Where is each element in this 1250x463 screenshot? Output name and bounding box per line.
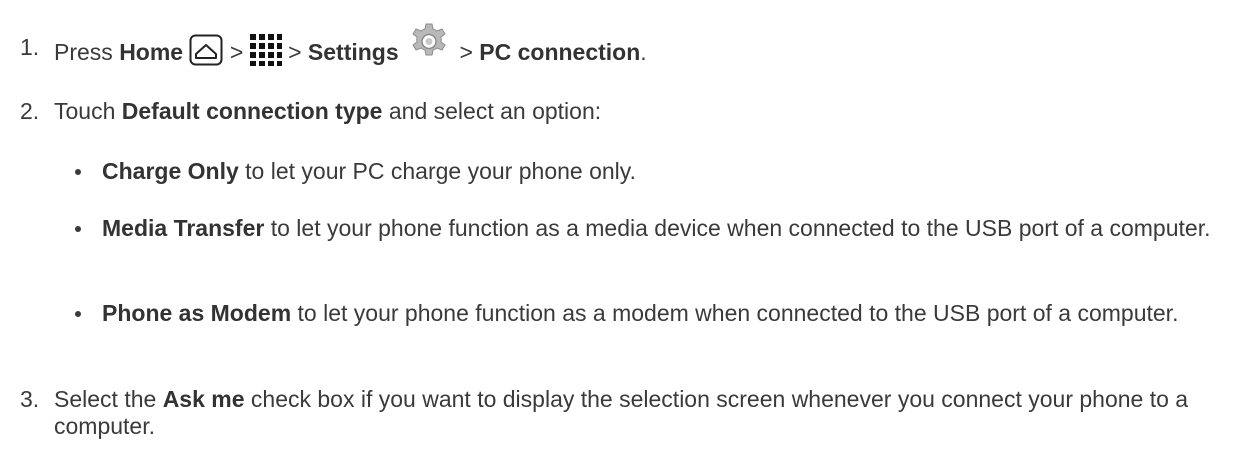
home-label: Home <box>119 39 184 66</box>
option-label: Charge Only <box>102 158 239 184</box>
step-number: 2. <box>20 98 40 124</box>
apps-grid-icon <box>249 34 282 66</box>
step-3: 3. Select the Ask me check box if you wa… <box>20 386 1230 440</box>
option-label: Media Transfer <box>102 215 265 241</box>
default-connection-type-label: Default connection type <box>121 98 383 124</box>
option-charge-only: Charge Only to let your PC charge your p… <box>75 158 1230 185</box>
option-text: Media Transfer to let your phone functio… <box>102 215 1230 242</box>
settings-gear-icon <box>409 22 449 62</box>
step-text: Press Home > > Settings > PC connection. <box>54 23 1230 74</box>
settings-label: Settings <box>307 39 399 66</box>
step-2: 2. Touch Default connection type and sel… <box>20 98 1230 125</box>
step-number: 1. <box>20 34 40 60</box>
home-icon <box>189 34 223 66</box>
option-label: Phone as Modem <box>102 300 292 326</box>
option-media-transfer: Media Transfer to let your phone functio… <box>75 215 1230 242</box>
ask-me-label: Ask me <box>162 386 245 412</box>
step-text: Touch Default connection type and select… <box>54 98 602 124</box>
option-text: Charge Only to let your PC charge your p… <box>102 158 1230 185</box>
bullet-dot <box>75 311 81 317</box>
option-description: to let your phone function as a media de… <box>270 215 1211 241</box>
option-description: to let your phone function as a modem wh… <box>297 300 1179 326</box>
option-description: to let your PC charge your phone only. <box>245 158 636 184</box>
pc-connection-label: PC connection <box>479 39 641 66</box>
option-text: Phone as Modem to let your phone functio… <box>102 300 1230 327</box>
bullet-dot <box>75 169 81 175</box>
step-1: 1. Press Home > > Settings > PC connecti… <box>20 23 1230 74</box>
step-number: 3. <box>20 386 40 412</box>
step-text: Select the Ask me check box if you want … <box>54 386 1189 439</box>
option-phone-as-modem: Phone as Modem to let your phone functio… <box>75 300 1230 327</box>
bullet-dot <box>75 226 81 232</box>
